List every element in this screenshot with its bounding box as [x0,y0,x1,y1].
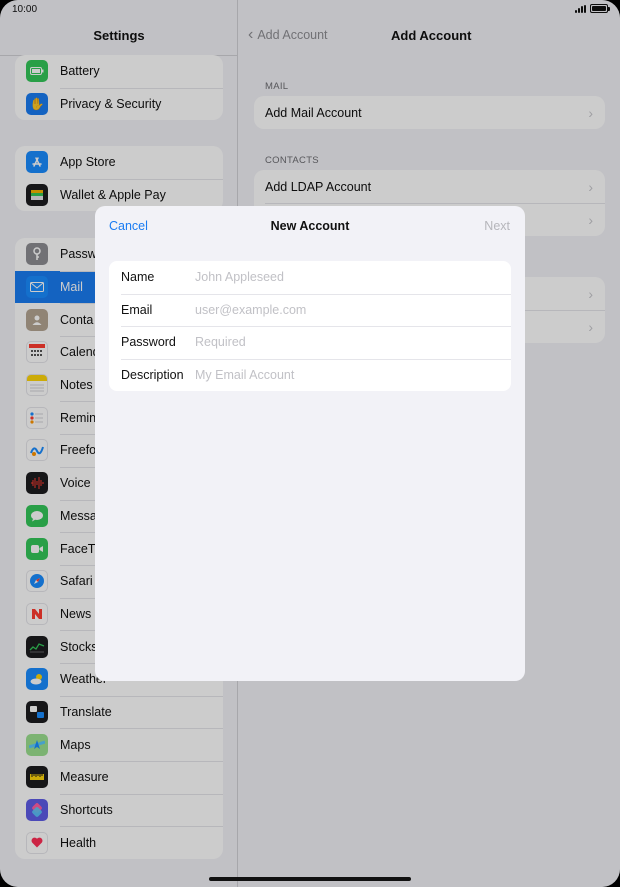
email-row: Email [109,293,511,327]
account-form: Name Email Password Description [109,261,511,391]
description-label: Description [121,367,184,382]
sheet-title: New Account [270,219,350,233]
new-account-sheet: New Account Cancel Next Name Email Passw… [95,206,525,681]
home-indicator[interactable] [209,877,411,881]
password-input[interactable] [195,335,495,350]
cancel-button[interactable]: Cancel [109,219,148,233]
password-row: Password [109,326,511,359]
email-input[interactable] [195,302,495,317]
ipad-screen: 10:00 Settings Battery ✋ Privacy & Secur… [0,0,620,887]
next-button[interactable]: Next [484,219,510,233]
description-row: Description [109,358,511,392]
name-row: Name [109,261,511,294]
password-label: Password [121,335,176,350]
name-input[interactable] [195,270,495,285]
email-label: Email [121,302,153,317]
name-label: Name [121,270,155,285]
description-input[interactable] [195,367,495,382]
